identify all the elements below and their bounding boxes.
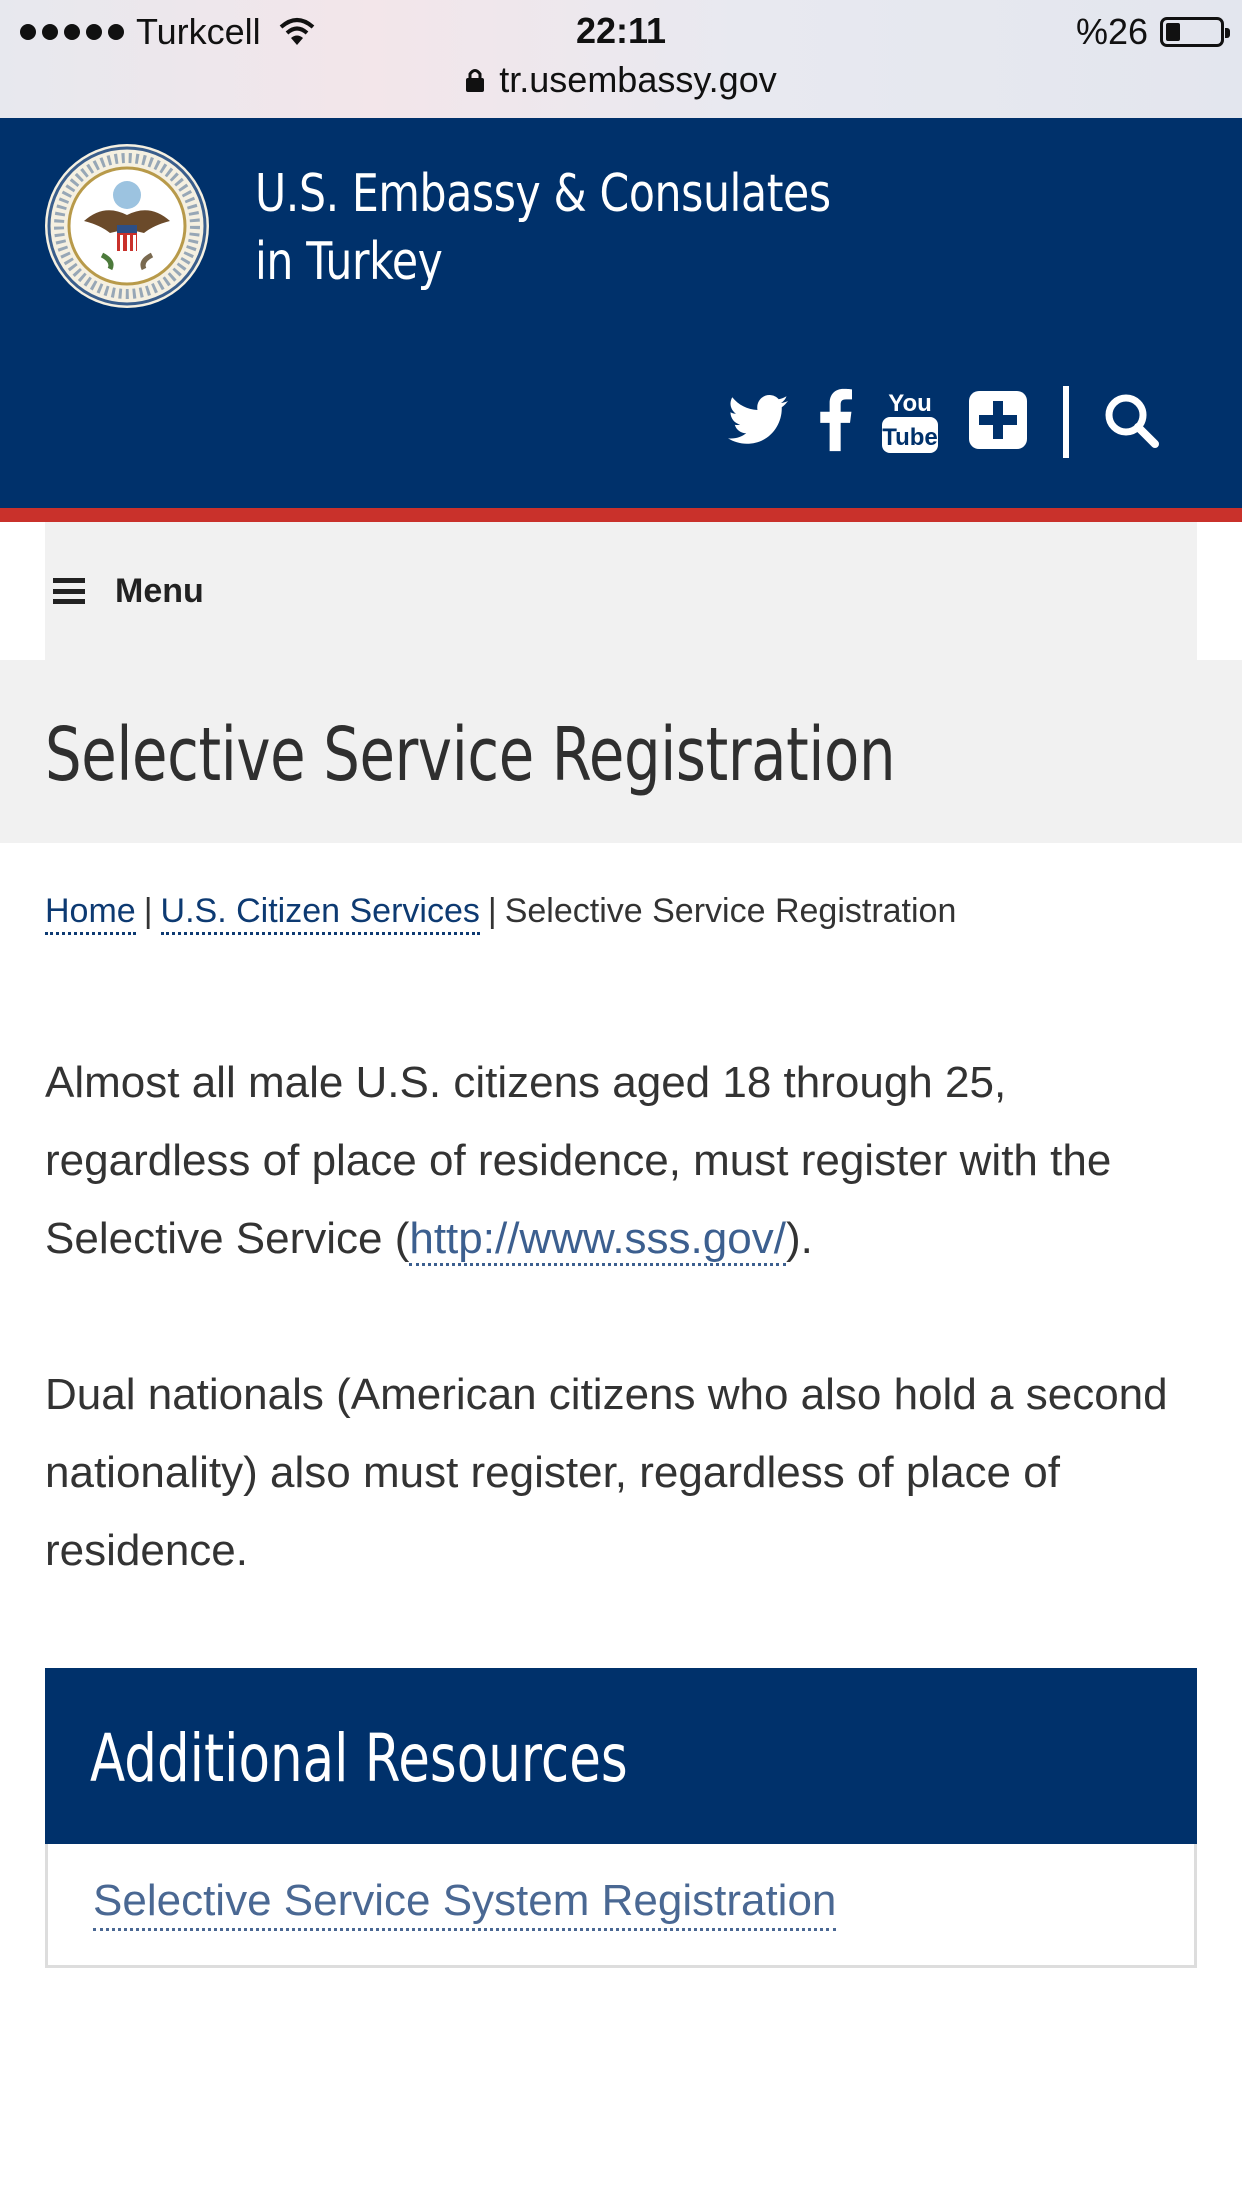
lock-icon	[466, 69, 485, 92]
breadcrumb-separator: |	[487, 892, 497, 930]
status-time: 22:11	[575, 10, 667, 51]
site-title[interactable]: U.S. Embassy & Consulates in Turkey	[255, 160, 831, 296]
breadcrumb: Home | U.S. Citizen Services | Selective Ser…	[45, 892, 957, 935]
dual-nationals-paragraph: Dual nationals (American citizens who al…	[45, 1370, 1168, 1575]
page-title: Selective Service Registration	[45, 712, 896, 798]
svg-text:You: You	[888, 390, 932, 417]
intro-paragraph: Almost all male U.S. citizens aged 18 th…	[45, 1044, 1195, 1278]
status-bar: Turkcell 22:11 %26 tr.usembassy.gov	[0, 0, 1242, 118]
breadcrumb-separator: |	[143, 892, 153, 930]
search-button[interactable]	[1098, 380, 1164, 460]
selective-service-system-registration-link[interactable]: Selective Service System Registration	[93, 1876, 837, 1931]
department-of-state-seal-icon[interactable]	[44, 143, 210, 309]
additional-resources-title: Additional Resources	[90, 1720, 628, 1797]
youtube-icon: You Tube	[882, 390, 938, 453]
site-title-line1: U.S. Embassy & Consulates	[255, 164, 831, 224]
intro-text-end: ).	[785, 1214, 813, 1263]
twitter-link[interactable]	[725, 380, 791, 460]
menu-toggle[interactable]: Menu	[45, 522, 1197, 660]
plus-icon	[969, 391, 1027, 449]
sss-gov-link[interactable]: http://www.sss.gov/	[409, 1214, 786, 1266]
battery-info: %26	[1075, 10, 1230, 54]
search-icon	[1105, 394, 1159, 448]
youtube-link[interactable]: You Tube	[875, 380, 945, 460]
site-title-line2: in Turkey	[255, 232, 443, 292]
facebook-link[interactable]	[810, 380, 860, 460]
battery-icon	[1160, 17, 1230, 47]
twitter-icon	[728, 395, 788, 444]
battery-percent: %26	[1075, 11, 1148, 52]
address-bar[interactable]: tr.usembassy.gov	[0, 58, 1242, 102]
header-accent-stripe	[0, 508, 1242, 522]
svg-text:Tube: Tube	[882, 424, 938, 451]
facebook-icon	[820, 388, 852, 452]
breadcrumb-current: Selective Service Registration	[504, 892, 957, 930]
hamburger-icon	[53, 578, 85, 604]
url-text: tr.usembassy.gov	[499, 59, 777, 100]
breadcrumb-us-citizen-services[interactable]: U.S. Citizen Services	[160, 892, 480, 935]
add-share-link[interactable]	[966, 380, 1030, 460]
social-divider	[1063, 386, 1069, 458]
breadcrumb-home[interactable]: Home	[45, 892, 136, 935]
menu-label: Menu	[115, 571, 204, 610]
